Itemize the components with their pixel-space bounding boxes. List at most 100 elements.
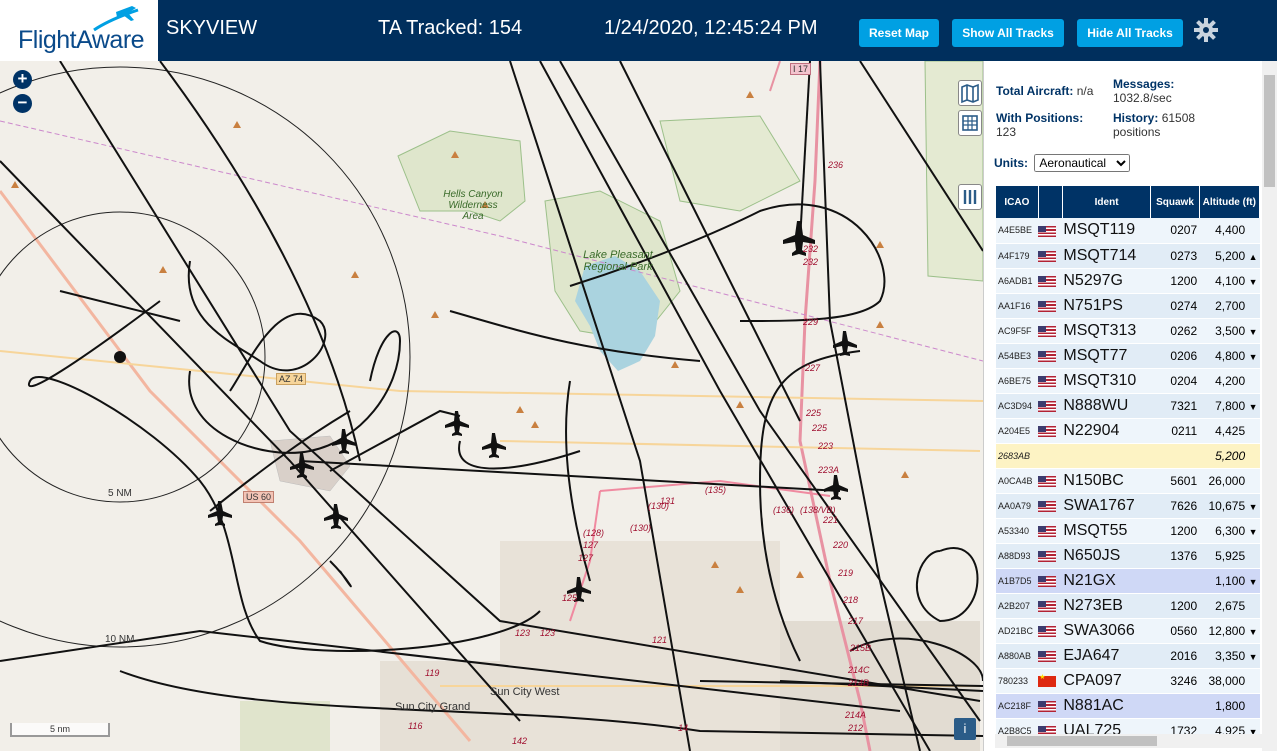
table-row[interactable]: A0CA4B N150BC 5601 26,000	[996, 468, 1260, 494]
squawk-cell: 0262	[1150, 318, 1200, 344]
gear-icon[interactable]	[1193, 17, 1219, 43]
ident-cell: MSQT77	[1062, 343, 1151, 369]
ident-cell	[1062, 443, 1151, 469]
aircraft-panel: Total Aircraft: n/a Messages: 1032.8/sec …	[983, 61, 1277, 751]
squawk-cell: 7321	[1150, 393, 1200, 419]
info-button[interactable]: i	[954, 718, 976, 740]
columns-button[interactable]	[958, 184, 982, 210]
aircraft-table-wrapper[interactable]: ICAO Ident Squawk Altitude (ft) A4E5BE MS…	[996, 186, 1260, 734]
table-row[interactable]: A53340 MSQT55 1200 6,300 ▼	[996, 518, 1260, 544]
table-row[interactable]: A6BE75 MSQT310 0204 4,200	[996, 368, 1260, 394]
altitude-cell: 4,925 ▼	[1199, 718, 1260, 734]
table-toggle-button[interactable]	[958, 110, 982, 136]
total-aircraft: Total Aircraft: n/a	[996, 84, 1094, 98]
table-row[interactable]: AA1F16 N751PS 0274 2,700	[996, 293, 1260, 319]
ident-cell: UAL725	[1062, 718, 1151, 734]
table-row[interactable]: AD21BC SWA3066 0560 12,800 ▼	[996, 618, 1260, 644]
map-canvas[interactable]: 236 232 232 229 227 225 225 223 223A 221 220 219…	[0, 61, 983, 751]
country-flag-icon	[1038, 725, 1057, 734]
tracked-count: TA Tracked: 154	[378, 17, 523, 39]
table-row[interactable]: A4F179 MSQT714 0273 5,200 ▲	[996, 243, 1260, 269]
table-row[interactable]: A2B8C5 UAL725 1732 4,925 ▼	[996, 718, 1260, 734]
col-ident[interactable]: Ident	[1062, 186, 1152, 218]
country-flag-icon	[1038, 550, 1057, 562]
squawk-cell: 0211	[1150, 418, 1200, 444]
col-flag[interactable]	[1038, 186, 1063, 218]
trend-icon: ▼	[1248, 626, 1258, 637]
svg-text:229: 229	[802, 317, 818, 327]
altitude-cell: 1,100 ▼	[1199, 568, 1260, 594]
col-altitude[interactable]: Altitude (ft)	[1199, 186, 1260, 218]
table-row[interactable]: A6ADB1 N5297G 1200 4,100 ▼	[996, 268, 1260, 294]
squawk-cell: 1732	[1150, 718, 1200, 734]
table-row[interactable]: AA0A79 SWA1767 7626 10,675 ▼	[996, 493, 1260, 519]
table-row[interactable]: A4E5BE MSQT119 0207 4,400	[996, 218, 1260, 244]
flag-cell	[1038, 393, 1063, 419]
col-squawk[interactable]: Squawk	[1150, 186, 1200, 218]
table-row[interactable]: 2683AB 5,200	[996, 443, 1260, 469]
table-row[interactable]: AC9F5F MSQT313 0262 3,500 ▼	[996, 318, 1260, 344]
table-row[interactable]: A880AB EJA647 2016 3,350 ▼	[996, 643, 1260, 669]
table-row[interactable]: AC218F N881AC 1,800	[996, 693, 1260, 719]
icao-cell: A4E5BE	[996, 218, 1039, 244]
country-flag-icon	[1038, 475, 1057, 487]
zoom-out-button[interactable]: −	[13, 94, 32, 113]
app-name: SKYVIEW	[166, 17, 258, 39]
table-row[interactable]: 780233 CPA097324638,000	[996, 668, 1260, 694]
icao-cell: A6ADB1	[996, 268, 1039, 294]
ident-cell: EJA647	[1062, 643, 1151, 669]
squawk-cell: 0273	[1150, 243, 1200, 269]
trend-icon: ▲	[1248, 251, 1258, 262]
scroll-thumb[interactable]	[1007, 736, 1157, 746]
squawk-cell: 1200	[1150, 593, 1200, 619]
svg-text:218: 218	[842, 595, 858, 605]
table-row[interactable]: A2B207 N273EB 1200 2,675	[996, 593, 1260, 619]
col-icao[interactable]: ICAO	[996, 186, 1039, 218]
table-row[interactable]: A88D93 N650JS 1376 5,925	[996, 543, 1260, 569]
svg-text:214A: 214A	[844, 710, 866, 720]
flag-cell	[1038, 343, 1063, 369]
country-flag-icon	[1038, 375, 1057, 387]
trend-icon: ▼	[1248, 276, 1258, 287]
table-horizontal-scrollbar[interactable]	[995, 734, 1262, 748]
squawk-cell	[1150, 443, 1200, 469]
country-flag-icon	[1038, 575, 1057, 587]
ident-cell: SWA3066	[1062, 618, 1151, 644]
trend-icon: ▼	[1248, 651, 1258, 662]
clock: 1/24/2020, 12:45:24 PM	[604, 17, 818, 39]
ident-cell: MSQT55	[1062, 518, 1151, 544]
table-row[interactable]: A1B7D5 N21GX 1,100 ▼	[996, 568, 1260, 594]
squawk-cell: 2016	[1150, 643, 1200, 669]
icao-cell: A54BE3	[996, 343, 1039, 369]
flag-cell	[1038, 568, 1063, 594]
top-bar: FlightAware SKYVIEW TA Tracked: 154 1/24…	[0, 0, 1277, 61]
table-row[interactable]: A204E5 N22904 0211 4,425	[996, 418, 1260, 444]
units-control: Units: Aeronautical	[994, 154, 1131, 172]
svg-text:121: 121	[652, 635, 667, 645]
altitude-cell: 5,200	[1199, 443, 1260, 469]
table-row[interactable]: A54BE3 MSQT77 0206 4,800 ▼	[996, 343, 1260, 369]
svg-text:215B: 215B	[849, 643, 871, 653]
squawk-cell: 0206	[1150, 343, 1200, 369]
svg-text:227: 227	[804, 363, 821, 373]
reset-map-button[interactable]: Reset Map	[859, 19, 939, 47]
flag-cell	[1038, 593, 1063, 619]
show-all-tracks-button[interactable]: Show All Tracks	[952, 19, 1064, 47]
altitude-cell: 3,350 ▼	[1199, 643, 1260, 669]
svg-text:217: 217	[847, 616, 864, 626]
hide-all-tracks-button[interactable]: Hide All Tracks	[1077, 19, 1183, 47]
country-flag-icon	[1038, 525, 1057, 537]
scroll-thumb[interactable]	[1264, 75, 1275, 187]
altitude-cell: 5,925	[1199, 543, 1260, 569]
flightaware-logo[interactable]: FlightAware	[0, 0, 158, 61]
trend-icon: ▼	[1248, 526, 1258, 537]
panel-vertical-scrollbar[interactable]	[1262, 61, 1277, 751]
table-row[interactable]: AC3D94 N888WU 7321 7,800 ▼	[996, 393, 1260, 419]
trend-icon: ▼	[1248, 326, 1258, 337]
ident-cell: N650JS	[1062, 543, 1151, 569]
map-layers-button[interactable]	[958, 80, 982, 106]
ident-cell: N22904	[1062, 418, 1151, 444]
zoom-in-button[interactable]: +	[13, 70, 32, 89]
units-select[interactable]: Aeronautical	[1034, 154, 1131, 172]
scale-bar: 5 nm	[10, 723, 110, 737]
